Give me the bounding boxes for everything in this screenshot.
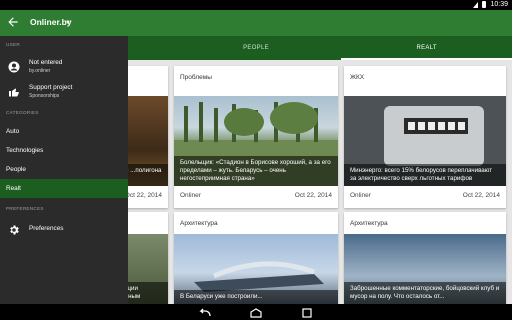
nav-back-icon[interactable] [198, 306, 212, 318]
status-bar: 10:39 [0, 0, 512, 10]
tab-people[interactable]: PEOPLE [171, 36, 342, 60]
section-user: USER [6, 42, 20, 47]
signal-icon [473, 1, 479, 8]
news-card[interactable]: Архитектура Заброшенные комментаторские,… [344, 212, 506, 304]
news-meta: Onliner Oct 22, 2014 [350, 192, 500, 199]
status-time: 10:39 [490, 1, 508, 8]
news-caption: В Беларуси уже построили... [174, 290, 338, 304]
dropdown-caret-icon[interactable]: ▼ [65, 20, 71, 26]
news-card[interactable]: Проблемы Болельщик: «Стадион в Борисове … [174, 66, 338, 208]
news-date: Oct 22, 2014 [294, 192, 332, 199]
support-title: Support project [29, 84, 73, 91]
news-date: Oct 22, 2014 [462, 192, 500, 199]
section-preferences: PREFERENCES [6, 206, 44, 211]
news-date: Oct 22, 2014 [124, 192, 162, 199]
account-circle-icon [8, 60, 20, 73]
news-caption: Заброшенные комментаторские, бойцовский … [344, 282, 506, 304]
preferences-item[interactable]: Preferences [0, 218, 128, 240]
back-arrow-icon[interactable] [6, 15, 20, 29]
drawer-item-realt[interactable]: Realt [0, 179, 128, 198]
news-category: Архитектура [350, 220, 388, 227]
news-meta: Onliner Oct 22, 2014 [180, 192, 332, 199]
support-subtitle: Sponsorships [29, 93, 60, 99]
nav-home-icon[interactable] [249, 306, 263, 318]
news-image: В Беларуси уже построили... [174, 234, 338, 304]
news-card[interactable]: ЖКХ Минэнерго: всего 15% белорусов переп… [344, 66, 506, 208]
battery-icon [482, 1, 487, 8]
account-subtitle: by.onliner [29, 68, 51, 74]
news-category: Проблемы [180, 74, 212, 81]
nav-recents-icon[interactable] [300, 306, 314, 318]
news-source: Onliner [350, 192, 371, 199]
system-nav-bar [0, 304, 512, 320]
account-item[interactable]: Not entered by.onliner [0, 56, 128, 78]
news-caption: Минэнерго: всего 15% белорусов переплачи… [344, 164, 506, 186]
news-image: Заброшенные комментаторские, бойцовский … [344, 234, 506, 304]
news-category: Архитектура [180, 220, 218, 227]
section-categories: CATEGORIES [6, 110, 39, 115]
tab-realt[interactable]: REALT [341, 36, 512, 60]
thumbs-up-icon [8, 85, 20, 97]
news-caption: Болельщик: «Стадион в Борисове хороший, … [174, 156, 338, 186]
support-item[interactable]: Support project Sponsorships [0, 81, 128, 103]
account-title: Not entered [29, 59, 63, 66]
news-source: Onliner [180, 192, 201, 199]
drawer-item-technologies[interactable]: Technologies [0, 141, 128, 160]
news-image: Минэнерго: всего 15% белорусов переплачи… [344, 96, 506, 186]
gear-icon [8, 223, 20, 235]
news-category: ЖКХ [350, 74, 365, 81]
news-image: Болельщик: «Стадион в Борисове хороший, … [174, 96, 338, 186]
drawer-item-auto[interactable]: Auto [0, 122, 128, 141]
drawer-item-people[interactable]: People [0, 160, 128, 179]
news-card[interactable]: Архитектура В Беларуси уже построили... [174, 212, 338, 304]
app-bar: Onliner.by ▼ [0, 10, 512, 36]
preferences-label: Preferences [29, 225, 64, 232]
navigation-drawer: USER Not entered by.onliner Support proj… [0, 36, 128, 304]
